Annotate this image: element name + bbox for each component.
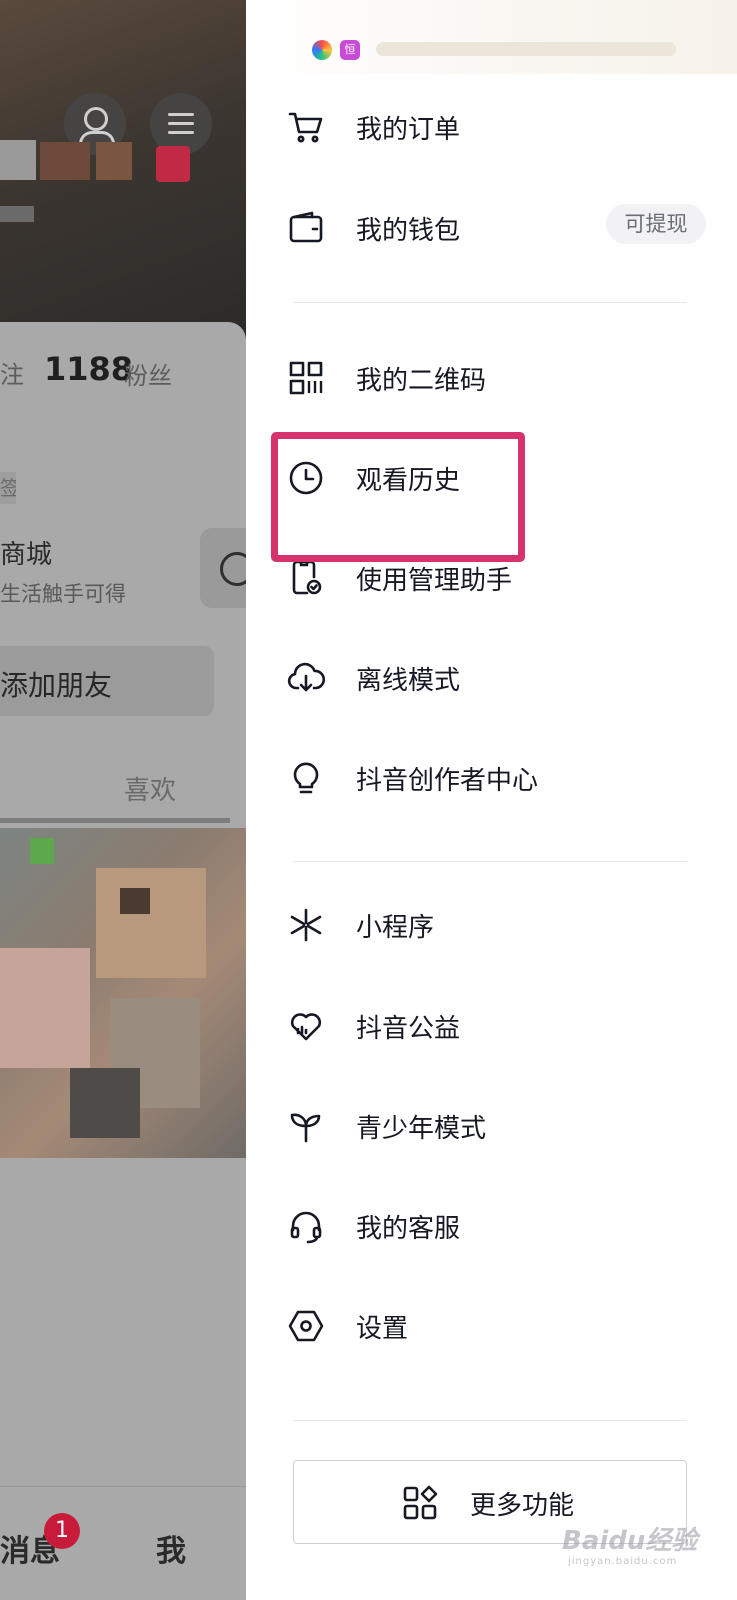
app-icon-label: 恒长 [340, 40, 360, 76]
menu-item-label: 抖音公益 [356, 1014, 461, 1044]
menu-item-mini-programs[interactable]: 小程序 [246, 893, 737, 953]
qr-code-icon [286, 358, 326, 398]
add-friend-label: 添加朋友 [0, 669, 113, 702]
menu-item-label: 使用管理助手 [356, 566, 513, 596]
cloud-download-icon [286, 658, 326, 698]
menu-item-label: 我的客服 [356, 1214, 461, 1244]
bottom-nav-divider [0, 1486, 246, 1487]
menu-item-label: 小程序 [356, 913, 435, 943]
section-divider [293, 1420, 687, 1421]
sprout-icon [286, 1106, 326, 1146]
menu-item-label: 我的钱包 [356, 216, 461, 246]
menu-item-orders[interactable]: 我的订单 [246, 95, 737, 155]
app-icon [312, 40, 332, 60]
nav-me: 我 [156, 1534, 186, 1569]
watermark: Baidu经验 jingyan.baidu.com [562, 1520, 702, 1570]
lightbulb-icon [286, 758, 326, 798]
menu-item-label: 抖音创作者中心 [356, 766, 539, 796]
section-divider [293, 861, 687, 862]
history-shortcut-card [200, 528, 246, 608]
menu-item-label: 我的二维码 [356, 366, 487, 396]
menu-item-teen-mode[interactable]: 青少年模式 [246, 1094, 737, 1154]
watermark-subtext: jingyan.baidu.com [568, 1556, 678, 1567]
shop-subtitle: 生活触手可得 [0, 582, 126, 606]
headset-icon [286, 1206, 326, 1246]
menu-item-charity[interactable]: 抖音公益 [246, 994, 737, 1054]
apps-grid-icon [400, 1483, 440, 1523]
highlight-box [271, 432, 525, 562]
watermark-text: Baidu经验 [562, 1526, 698, 1556]
fans-label: 粉丝 [124, 362, 172, 390]
menu-item-customer-service[interactable]: 我的客服 [246, 1194, 737, 1254]
menu-item-label: 青少年模式 [356, 1114, 487, 1144]
phone-check-icon [286, 558, 326, 598]
heart-icon [286, 1006, 326, 1046]
menu-item-label: 设置 [356, 1314, 409, 1344]
status-bar: 恒长 [246, 0, 737, 76]
menu-item-label: 我的订单 [356, 115, 461, 145]
sparkle-icon [286, 905, 326, 945]
fans-count: 1188 [44, 350, 134, 388]
messages-badge: 1 [44, 1513, 80, 1549]
hexagon-settings-icon [286, 1306, 326, 1346]
profile-tag: 签 [0, 472, 16, 504]
menu-item-settings[interactable]: 设置 [246, 1294, 737, 1354]
more-features-label: 更多功能 [470, 1491, 575, 1521]
menu-item-offline-mode[interactable]: 离线模式 [246, 646, 737, 706]
section-divider [293, 302, 687, 303]
withdrawable-badge: 可提现 [606, 204, 706, 244]
shop-title: 商城 [0, 540, 53, 570]
tab-divider [0, 818, 230, 823]
follow-label: 注 [0, 361, 24, 389]
pixelated-badge [156, 146, 190, 182]
wallet-icon [286, 208, 326, 248]
like-tab: 喜欢 [124, 776, 177, 806]
profile-background: 注 1188 粉丝 签 商城 生活触手可得 添加朋友 喜欢 消息 1 我 [0, 0, 246, 1600]
menu-item-label: 离线模式 [356, 666, 461, 696]
shopping-cart-icon [286, 107, 326, 147]
status-icons [376, 42, 676, 56]
menu-item-wallet[interactable]: 我的钱包 可提现 [246, 196, 737, 256]
menu-item-qr-code[interactable]: 我的二维码 [246, 346, 737, 406]
add-friend-button: 添加朋友 [0, 646, 214, 716]
side-drawer: 恒长 我的订单 我的钱包 可提现 我的二维码 观看历史 使用管理助手 离线模式 … [246, 0, 737, 1600]
video-thumbnail [0, 828, 246, 1158]
pixelated-name [0, 140, 36, 180]
menu-item-creator-center[interactable]: 抖音创作者中心 [246, 746, 737, 806]
